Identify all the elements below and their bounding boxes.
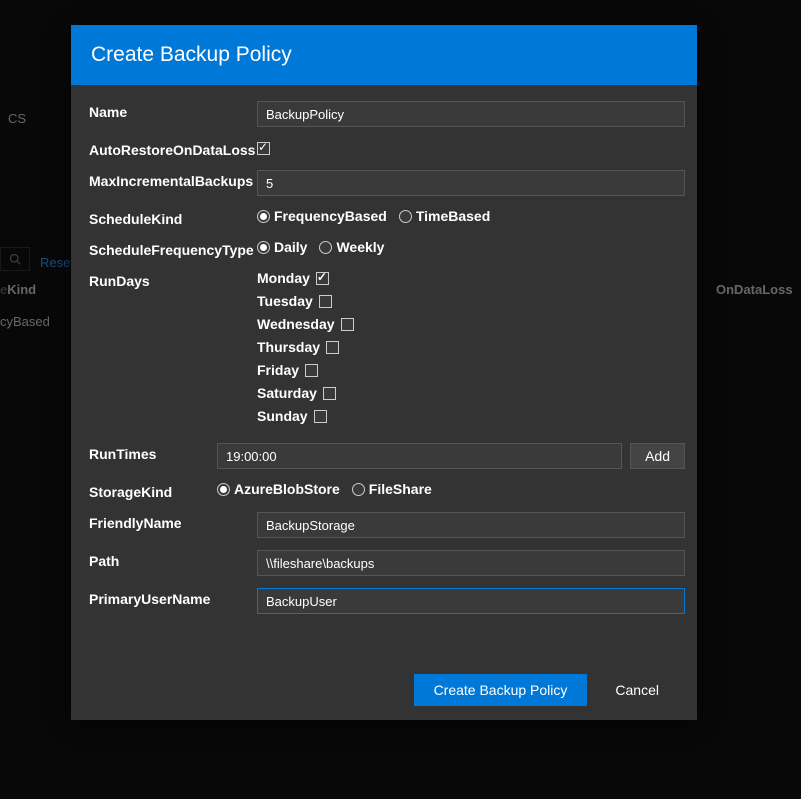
day-sunday-label: Sunday — [257, 408, 308, 424]
dialog-body: Name AutoRestoreOnDataLoss MaxIncrementa… — [71, 85, 697, 660]
schedkind-timebased-label: TimeBased — [416, 208, 490, 224]
day-tuesday-checkbox[interactable] — [319, 295, 332, 308]
path-input[interactable] — [257, 550, 685, 576]
label-schedkind: ScheduleKind — [89, 208, 257, 227]
name-input[interactable] — [257, 101, 685, 127]
day-thursday-checkbox[interactable] — [326, 341, 339, 354]
label-primaryuser: PrimaryUserName — [89, 588, 257, 607]
schedkind-timebased-radio[interactable] — [399, 210, 412, 223]
storagekind-fileshare-radio[interactable] — [352, 483, 365, 496]
dialog-footer: Create Backup Policy Cancel — [71, 660, 697, 720]
create-backup-policy-dialog: Create Backup Policy Name AutoRestoreOnD… — [71, 25, 697, 720]
day-sunday-checkbox[interactable] — [314, 410, 327, 423]
rundays-list: Monday Tuesday Wednesday Thursday Friday… — [257, 270, 685, 431]
schedfreq-daily-label: Daily — [274, 239, 307, 255]
schedfreq-weekly-radio[interactable] — [319, 241, 332, 254]
cancel-button[interactable]: Cancel — [595, 674, 679, 706]
maxinc-input[interactable] — [257, 170, 685, 196]
day-saturday-checkbox[interactable] — [323, 387, 336, 400]
schedfreq-daily-radio[interactable] — [257, 241, 270, 254]
storagekind-azureblob-label: AzureBlobStore — [234, 481, 340, 497]
day-monday-checkbox[interactable] — [316, 272, 329, 285]
label-name: Name — [89, 101, 257, 120]
storagekind-fileshare-label: FileShare — [369, 481, 432, 497]
primaryusername-input[interactable] — [257, 588, 685, 614]
day-saturday-label: Saturday — [257, 385, 317, 401]
day-tuesday-label: Tuesday — [257, 293, 313, 309]
schedkind-frequencybased-radio[interactable] — [257, 210, 270, 223]
day-monday-label: Monday — [257, 270, 310, 286]
add-runtime-button[interactable]: Add — [630, 443, 685, 469]
schedkind-frequencybased-label: FrequencyBased — [274, 208, 387, 224]
day-thursday-label: Thursday — [257, 339, 320, 355]
autorestore-checkbox[interactable] — [257, 142, 270, 155]
label-schedfreq: ScheduleFrequencyType — [89, 239, 257, 258]
label-path: Path — [89, 550, 257, 569]
day-wednesday-label: Wednesday — [257, 316, 335, 332]
dialog-title: Create Backup Policy — [71, 25, 697, 85]
runtimes-input[interactable] — [217, 443, 622, 469]
day-friday-label: Friday — [257, 362, 299, 378]
label-rundays: RunDays — [89, 270, 257, 289]
day-wednesday-checkbox[interactable] — [341, 318, 354, 331]
storagekind-azureblob-radio[interactable] — [217, 483, 230, 496]
label-friendly: FriendlyName — [89, 512, 257, 531]
friendlyname-input[interactable] — [257, 512, 685, 538]
label-maxinc: MaxIncrementalBackups — [89, 170, 257, 189]
create-backup-policy-button[interactable]: Create Backup Policy — [414, 674, 588, 706]
day-friday-checkbox[interactable] — [305, 364, 318, 377]
label-autorestore: AutoRestoreOnDataLoss — [89, 139, 257, 158]
schedfreq-weekly-label: Weekly — [336, 239, 384, 255]
